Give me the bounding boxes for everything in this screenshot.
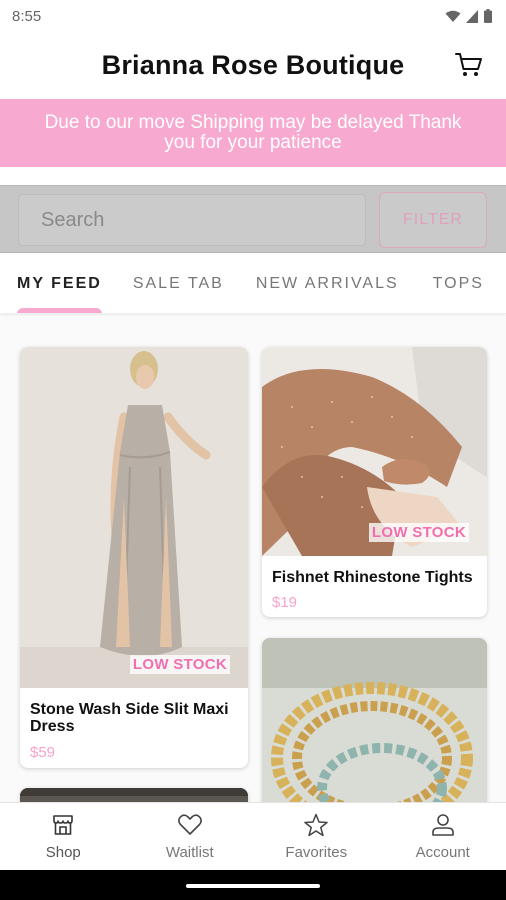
product-image[interactable] xyxy=(20,788,248,802)
system-gesture-bar xyxy=(0,870,506,900)
status-bar: 8:55 xyxy=(0,0,506,32)
category-tabs: MY FEED SALE TAB NEW ARRIVALS TOPS xyxy=(0,254,506,314)
product-title[interactable]: Fishnet Rhinestone Tights xyxy=(272,569,479,586)
product-card[interactable]: LOW STOCK Stone Wash Side Slit Maxi Dres… xyxy=(20,347,248,768)
tab-new-arrivals[interactable]: NEW ARRIVALS xyxy=(255,254,399,313)
low-stock-badge: LOW STOCK xyxy=(129,655,230,674)
home-gesture-handle[interactable] xyxy=(186,884,320,888)
nav-label: Waitlist xyxy=(165,844,214,861)
product-image[interactable] xyxy=(20,347,248,688)
nav-label: Shop xyxy=(45,844,81,861)
nav-shop[interactable]: Shop xyxy=(0,803,127,870)
filter-button[interactable]: FILTER xyxy=(379,192,487,248)
search-input[interactable]: Search xyxy=(18,194,366,246)
tab-my-feed[interactable]: MY FEED xyxy=(17,254,102,313)
product-card[interactable] xyxy=(262,638,487,802)
announcement-banner: Due to our move Shipping may be delayed … xyxy=(0,99,506,167)
search-placeholder: Search xyxy=(41,208,105,231)
app-header: Brianna Rose Boutique xyxy=(0,32,506,99)
app-title: Brianna Rose Boutique xyxy=(101,50,405,80)
product-card[interactable] xyxy=(20,788,248,802)
bottom-navigation: Shop Waitlist Favorites Account xyxy=(0,802,506,870)
status-icons xyxy=(445,9,492,23)
nav-label: Account xyxy=(415,844,470,861)
tab-sale[interactable]: SALE TAB xyxy=(132,254,224,313)
status-time: 8:55 xyxy=(12,7,42,25)
product-price: $59 xyxy=(30,744,56,761)
tab-label: SALE TAB xyxy=(132,274,224,292)
tab-label: MY FEED xyxy=(17,274,102,292)
shop-icon xyxy=(53,815,74,835)
heart-icon xyxy=(177,814,202,835)
signal-icon xyxy=(466,9,478,23)
product-feed[interactable]: LOW STOCK Stone Wash Side Slit Maxi Dres… xyxy=(0,316,506,802)
low-stock-badge: LOW STOCK xyxy=(368,523,469,542)
cart-icon xyxy=(455,53,482,76)
nav-waitlist[interactable]: Waitlist xyxy=(127,803,254,870)
battery-icon xyxy=(484,9,492,23)
wifi-icon xyxy=(445,10,461,22)
star-icon xyxy=(304,813,328,837)
nav-account[interactable]: Account xyxy=(380,803,506,870)
nav-favorites[interactable]: Favorites xyxy=(253,803,380,870)
nav-label: Favorites xyxy=(285,844,348,861)
product-card[interactable]: LOW STOCK Fishnet Rhinestone Tights $19 xyxy=(262,347,487,617)
filter-label: FILTER xyxy=(403,211,463,228)
announcement-text: Due to our move Shipping may be delayed … xyxy=(44,112,462,153)
active-tab-indicator xyxy=(17,307,102,313)
product-price: $19 xyxy=(272,594,298,611)
person-icon xyxy=(431,814,454,836)
tab-tops[interactable]: TOPS xyxy=(432,254,484,313)
cart-button[interactable] xyxy=(454,50,484,80)
search-bar: Search FILTER xyxy=(0,185,506,253)
product-title[interactable]: Stone Wash Side Slit Maxi Dress xyxy=(30,701,240,735)
product-image[interactable] xyxy=(262,638,487,802)
tab-label: NEW ARRIVALS xyxy=(255,274,399,292)
tab-label: TOPS xyxy=(432,274,484,292)
